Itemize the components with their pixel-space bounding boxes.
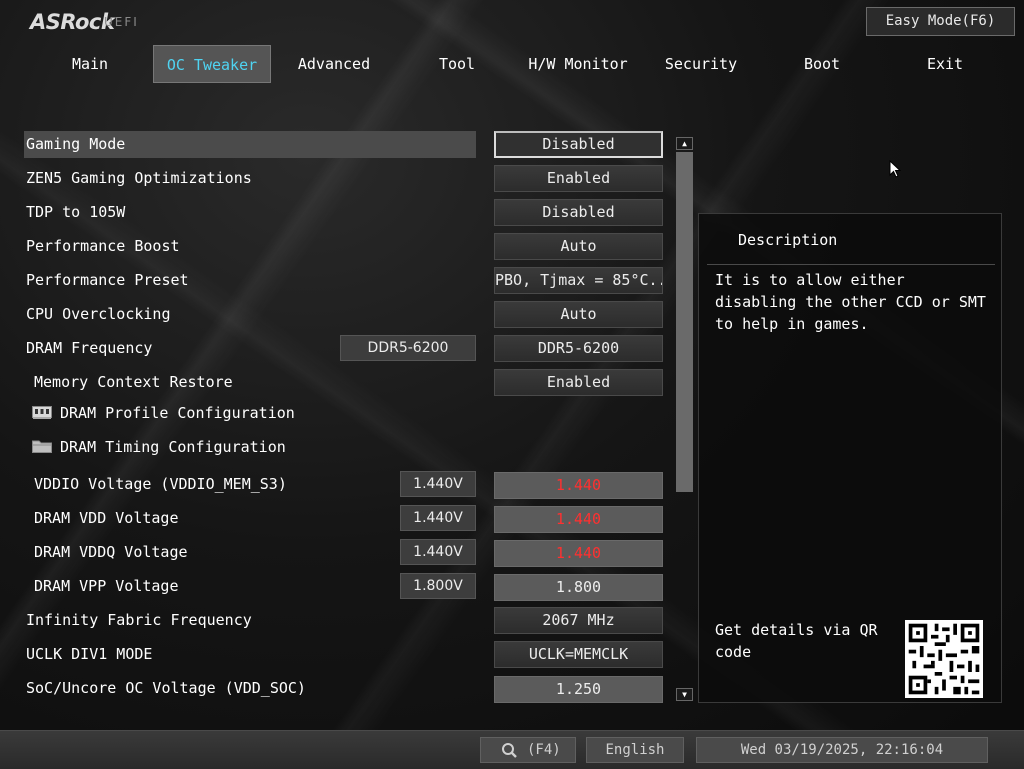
setting-value-input[interactable]: 1.440 xyxy=(494,472,663,499)
language-button[interactable]: English xyxy=(586,737,684,763)
setting-value-input[interactable]: 1.250 xyxy=(494,676,663,703)
tab-main[interactable]: Main xyxy=(50,45,130,83)
setting-label: DRAM VDD Voltage xyxy=(34,509,179,527)
setting-value-button[interactable]: Auto xyxy=(494,301,663,328)
qr-code-icon xyxy=(905,620,983,698)
setting-value-input[interactable]: 1.800 xyxy=(494,574,663,601)
setting-label: ZEN5 Gaming Optimizations xyxy=(26,169,252,187)
mouse-cursor-icon xyxy=(889,160,901,178)
description-panel: Description It is to allow either disabl… xyxy=(698,213,1002,703)
tab-boot[interactable]: Boot xyxy=(795,45,849,83)
setting-label: Memory Context Restore xyxy=(34,373,233,391)
current-value: 1.800V xyxy=(400,573,476,599)
setting-value-button[interactable]: Disabled xyxy=(494,131,663,158)
setting-label: UCLK DIV1 MODE xyxy=(26,645,153,663)
setting-label: DRAM VDDQ Voltage xyxy=(34,543,188,561)
search-button[interactable]: (F4) xyxy=(480,737,576,763)
setting-value-button[interactable]: 2067 MHz xyxy=(494,607,663,634)
setting-label: SoC/Uncore OC Voltage (VDD_SOC) xyxy=(26,679,306,697)
setting-label: DRAM Profile Configuration xyxy=(60,404,295,422)
tab-tool[interactable]: Tool xyxy=(425,45,489,83)
tab-hw-monitor[interactable]: H/W Monitor xyxy=(525,45,631,83)
tab-advanced[interactable]: Advanced xyxy=(290,45,378,83)
description-text: It is to allow either disabling the othe… xyxy=(715,271,986,333)
setting-label: CPU Overclocking xyxy=(26,305,171,323)
uefi-label: UEFI xyxy=(104,15,139,29)
setting-label: TDP to 105W xyxy=(26,203,126,221)
setting-value-input[interactable]: 1.440 xyxy=(494,540,663,567)
setting-label: Infinity Fabric Frequency xyxy=(26,611,252,629)
description-divider xyxy=(707,264,995,265)
setting-value-input[interactable]: 1.440 xyxy=(494,506,663,533)
setting-value-button[interactable]: Enabled xyxy=(494,165,663,192)
setting-label: DRAM Timing Configuration xyxy=(60,438,286,456)
setting-value-button[interactable]: UCLK=MEMCLK xyxy=(494,641,663,668)
tab-exit[interactable]: Exit xyxy=(918,45,972,83)
setting-label: VDDIO Voltage (VDDIO_MEM_S3) xyxy=(34,475,287,493)
datetime-display: Wed 03/19/2025, 22:16:04 xyxy=(696,737,988,763)
tab-security[interactable]: Security xyxy=(660,45,742,83)
setting-label: Performance Boost xyxy=(26,237,180,255)
current-value: DDR5-6200 xyxy=(340,335,476,361)
setting-value-button[interactable]: Auto xyxy=(494,233,663,260)
setting-value-button[interactable]: PBO, Tjmax = 85°C... xyxy=(494,267,663,294)
setting-value-button[interactable]: DDR5-6200 xyxy=(494,335,663,362)
current-value: 1.440V xyxy=(400,505,476,531)
setting-label: Gaming Mode xyxy=(26,135,126,153)
current-value: 1.440V xyxy=(400,471,476,497)
logo-text: ASRock xyxy=(30,10,115,34)
asrock-logo: ASRock xyxy=(30,10,115,34)
setting-label: Performance Preset xyxy=(26,271,189,289)
folder-icon xyxy=(32,440,52,453)
description-title: Description xyxy=(738,231,838,249)
scroll-up-arrow-icon[interactable]: ▲ xyxy=(676,137,693,150)
scroll-thumb[interactable] xyxy=(676,152,693,492)
setting-value-button[interactable]: Disabled xyxy=(494,199,663,226)
settings-scrollbar[interactable]: ▲ ▼ xyxy=(676,137,693,702)
current-value: 1.440V xyxy=(400,539,476,565)
qr-hint-text: Get details via QR code xyxy=(715,621,878,661)
setting-label: DRAM Frequency xyxy=(26,339,153,357)
search-shortcut-label: (F4) xyxy=(527,742,561,758)
tab-oc-tweaker[interactable]: OC Tweaker xyxy=(153,45,271,83)
scroll-down-arrow-icon[interactable]: ▼ xyxy=(676,688,693,701)
search-icon xyxy=(502,743,517,758)
memory-module-icon xyxy=(32,406,52,419)
setting-label: DRAM VPP Voltage xyxy=(34,577,179,595)
setting-value-button[interactable]: Enabled xyxy=(494,369,663,396)
easy-mode-button[interactable]: Easy Mode(F6) xyxy=(866,7,1015,36)
